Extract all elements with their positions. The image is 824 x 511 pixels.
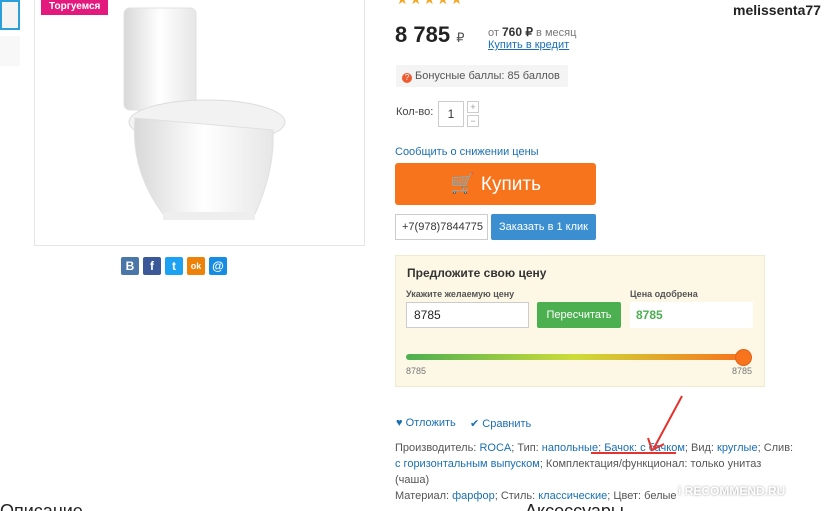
bonus-label: Бонусные баллы: bbox=[415, 70, 505, 82]
facebook-share-icon[interactable]: f bbox=[143, 257, 161, 275]
thumbnail-strip bbox=[0, 0, 22, 80]
desired-price-input[interactable]: 8785 bbox=[406, 302, 529, 328]
price-drop-notify-link[interactable]: Сообщить о снижении цены bbox=[395, 146, 539, 158]
approved-price-label: Цена одобрена bbox=[630, 289, 698, 299]
quantity-input[interactable]: 1 bbox=[438, 101, 464, 127]
phone-input[interactable]: +7(978)7844775 bbox=[395, 214, 488, 240]
price-currency: ₽ bbox=[456, 30, 465, 45]
desired-price-label: Укажите желаемую цену bbox=[406, 289, 515, 299]
email-share-icon[interactable]: @ bbox=[209, 257, 227, 275]
accessories-heading[interactable]: Аксессуары bbox=[525, 501, 624, 511]
price-slider-handle[interactable] bbox=[735, 349, 752, 366]
vk-share-icon[interactable]: В bbox=[121, 257, 139, 275]
thumbnail[interactable] bbox=[0, 36, 20, 66]
spec-maker-link[interactable]: ROCA bbox=[479, 442, 511, 454]
credit-info: от 760 ₽ в месяц bbox=[488, 25, 576, 39]
credit-amount: 760 ₽ bbox=[501, 25, 533, 39]
cart-icon: 🛒 bbox=[450, 173, 475, 195]
buy-label: Купить bbox=[480, 174, 541, 195]
spec-view-link[interactable]: круглые bbox=[717, 442, 758, 454]
bonus-points: ? Бонусные баллы: 85 баллов bbox=[396, 65, 568, 87]
spec-drain-label: ; Слив: bbox=[757, 442, 794, 454]
compare-link[interactable]: ✔ Сравнить bbox=[470, 417, 531, 430]
one-click-order-button[interactable]: Заказать в 1 клик bbox=[491, 214, 596, 240]
heart-icon: ♥ bbox=[396, 417, 403, 429]
quantity-label: Кол-во: bbox=[396, 106, 434, 118]
info-icon: ? bbox=[402, 73, 412, 83]
thumbnail-active[interactable] bbox=[0, 0, 20, 30]
approved-price-value: 8785 bbox=[630, 302, 753, 328]
spec-maker-label: Производитель: bbox=[395, 442, 477, 454]
buy-on-credit-link[interactable]: Купить в кредит bbox=[488, 39, 569, 51]
spec-material-label: Материал: bbox=[395, 490, 450, 502]
twitter-share-icon[interactable]: t bbox=[165, 257, 183, 275]
quantity-plus-button[interactable]: + bbox=[467, 101, 479, 113]
product-image[interactable] bbox=[34, 0, 365, 246]
odnoklassniki-share-icon[interactable]: ok bbox=[187, 257, 205, 275]
rating-stars: ★★★★★ bbox=[396, 0, 464, 8]
credit-from-label: от bbox=[488, 27, 499, 39]
description-heading[interactable]: Описание bbox=[0, 501, 83, 511]
bonus-value: 85 баллов bbox=[507, 70, 560, 82]
price-value: 8 785 bbox=[395, 22, 451, 47]
wishlist-label: Отложить bbox=[405, 417, 456, 429]
offer-title: Предложите свою цену bbox=[407, 266, 547, 280]
slider-max-value: 8785 bbox=[732, 366, 753, 376]
toilet-illustration bbox=[123, 7, 286, 220]
spec-type-label: ; Тип: bbox=[511, 442, 539, 454]
spec-set-label: ; Комплектация/функционал: bbox=[539, 458, 688, 470]
spec-drain-link[interactable]: с горизонтальным выпуском bbox=[395, 458, 540, 470]
slider-min-value: 8785 bbox=[406, 366, 427, 376]
reviewer-username: melissenta77 bbox=[733, 2, 821, 18]
recommend-watermark: i RECOMMEND.RU bbox=[678, 484, 786, 498]
red-arrow-annotation bbox=[647, 395, 683, 452]
price-slider-track[interactable] bbox=[406, 354, 744, 360]
credit-suffix: в месяц bbox=[536, 27, 577, 39]
spec-type-link[interactable]: напольные bbox=[542, 442, 598, 454]
wishlist-link[interactable]: ♥ Отложить bbox=[396, 417, 456, 429]
spec-material-link[interactable]: фарфор bbox=[452, 490, 495, 502]
quantity-minus-button[interactable]: − bbox=[467, 115, 479, 127]
price: 8 785 ₽ bbox=[395, 22, 464, 48]
spec-color-value: белые bbox=[644, 490, 677, 502]
recalculate-button[interactable]: Пересчитать bbox=[537, 302, 621, 328]
compare-label: Сравнить bbox=[482, 418, 532, 430]
buy-button[interactable]: 🛒 Купить bbox=[395, 163, 596, 205]
bargain-badge: Торгуемся bbox=[41, 0, 109, 15]
check-icon: ✔ bbox=[470, 418, 480, 430]
